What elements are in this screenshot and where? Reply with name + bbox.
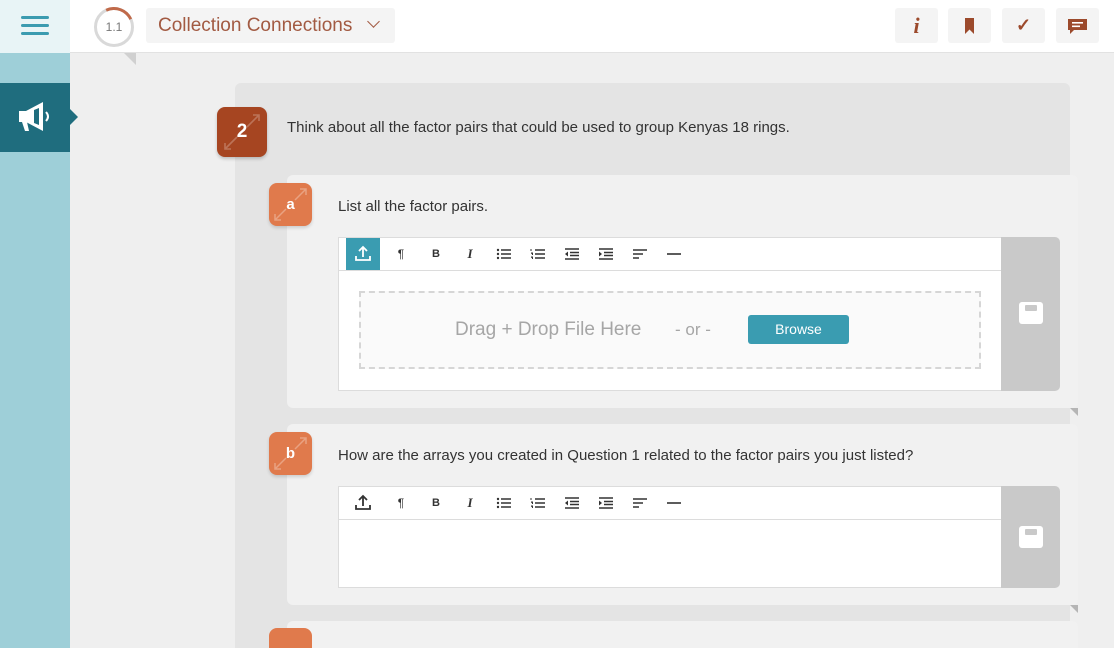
outdent-icon [565, 248, 579, 260]
upload-button[interactable] [346, 487, 380, 519]
numbered-list-icon [530, 249, 545, 259]
indent-icon [599, 497, 613, 509]
bullet-list-icon [496, 497, 511, 509]
save-icon-slot [1025, 305, 1037, 311]
part-label: b [285, 445, 296, 462]
italic-button[interactable]: I [453, 238, 487, 270]
outdent-button[interactable] [555, 487, 589, 519]
paragraph-button[interactable]: ¶ [384, 238, 418, 270]
part-b-text-area[interactable] [339, 521, 1001, 587]
chevron-down-icon [367, 15, 380, 28]
lesson-progress-circle: 1.1 [88, 1, 140, 53]
align-left-button[interactable] [623, 238, 657, 270]
lesson-title-dropdown[interactable]: Collection Connections [146, 8, 395, 43]
bullet-list-button[interactable] [487, 238, 521, 270]
lesson-number: 1.1 [105, 20, 123, 34]
upload-icon [355, 245, 371, 261]
browse-button[interactable]: Browse [748, 315, 849, 344]
part-a-save-button[interactable] [1001, 237, 1060, 391]
italic-button[interactable]: I [453, 487, 487, 519]
numbered-list-button[interactable] [521, 238, 555, 270]
outdent-icon [565, 497, 579, 509]
editor-toolbar: ¶ B I [339, 238, 1001, 271]
bold-button[interactable]: B [419, 238, 453, 270]
info-button[interactable]: i [895, 8, 938, 43]
comment-icon [1068, 19, 1087, 34]
check-button[interactable]: ✓ [1002, 8, 1045, 43]
hamburger-icon [21, 16, 49, 19]
part-b-save-button[interactable] [1001, 486, 1060, 588]
paragraph-button[interactable]: ¶ [384, 487, 418, 519]
part-b-prompt: How are the arrays you created in Questi… [338, 447, 914, 464]
card-fold [1070, 605, 1078, 613]
active-indicator-arrow [70, 109, 78, 125]
part-label: a [286, 196, 295, 213]
upload-button[interactable] [346, 238, 380, 270]
upload-icon [355, 494, 371, 510]
bookmark-icon [965, 18, 974, 34]
dropzone-or-label: - or - [675, 320, 711, 339]
header-caret [124, 53, 136, 65]
indent-icon [599, 248, 613, 260]
indent-button[interactable] [589, 238, 623, 270]
horizontal-rule-icon [667, 502, 681, 504]
hamburger-icon-line [21, 24, 49, 27]
align-left-icon [633, 498, 647, 508]
part-c-card [287, 621, 1078, 648]
lesson-title: Collection Connections [158, 15, 353, 36]
megaphone-icon [19, 102, 49, 131]
card-fold [1070, 408, 1078, 416]
hamburger-icon-line [21, 32, 49, 35]
question-number-badge: 2 [217, 107, 267, 157]
outdent-button[interactable] [555, 238, 589, 270]
part-b-badge: b [269, 432, 312, 475]
horizontal-rule-button[interactable] [657, 487, 691, 519]
indent-button[interactable] [589, 487, 623, 519]
top-bar: 1.1 Collection Connections i ✓ [0, 0, 1114, 53]
part-c-badge [269, 628, 312, 648]
question-number: 2 [236, 121, 248, 142]
bookmark-button[interactable] [948, 8, 991, 43]
info-icon: i [913, 13, 920, 38]
bold-button[interactable]: B [419, 487, 453, 519]
save-icon [1019, 302, 1043, 324]
numbered-list-icon [530, 498, 545, 508]
bullet-list-button[interactable] [487, 487, 521, 519]
horizontal-rule-button[interactable] [657, 238, 691, 270]
align-left-icon [633, 249, 647, 259]
part-a-badge: a [269, 183, 312, 226]
save-icon-slot [1025, 529, 1037, 535]
numbered-list-button[interactable] [521, 487, 555, 519]
part-a-prompt: List all the factor pairs. [338, 198, 489, 215]
horizontal-rule-icon [667, 253, 681, 255]
question-text: Think about all the factor pairs that co… [287, 119, 790, 136]
check-icon: ✓ [1015, 15, 1032, 35]
dropzone-label: Drag + Drop File Here [455, 319, 642, 340]
save-icon [1019, 526, 1043, 548]
align-left-button[interactable] [623, 487, 657, 519]
sidebar-item-announcements[interactable] [0, 83, 70, 152]
bullet-list-icon [496, 248, 511, 260]
hamburger-menu-button[interactable] [0, 0, 70, 53]
part-a-editor: ¶ B I Drag + Drop File Here - or - Brows… [338, 237, 1002, 391]
editor-toolbar: ¶ B I [339, 487, 1001, 520]
file-dropzone[interactable]: Drag + Drop File Here - or - Browse [359, 291, 981, 369]
comment-button[interactable] [1056, 8, 1099, 43]
part-b-editor: ¶ B I [338, 486, 1002, 588]
